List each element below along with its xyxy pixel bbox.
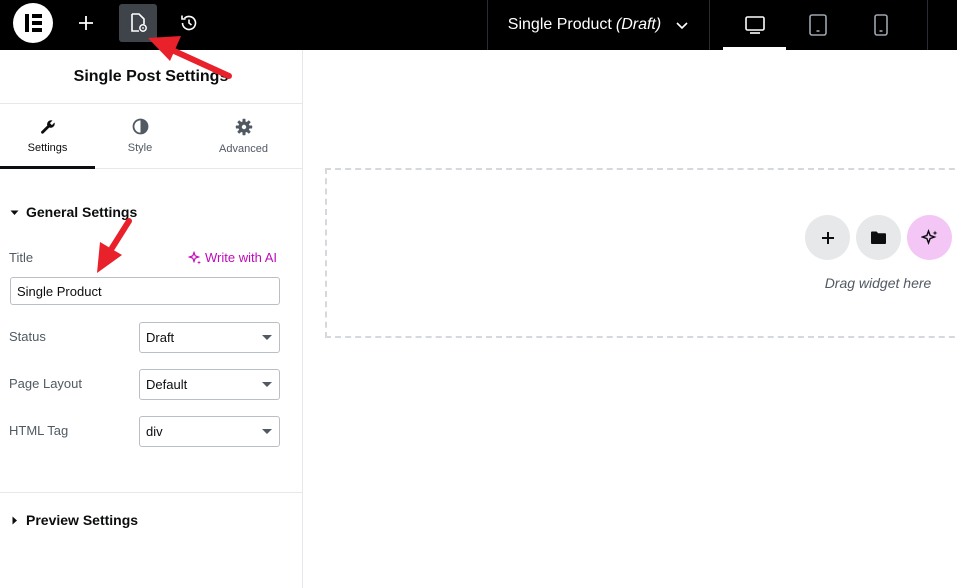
general-settings-title: General Settings xyxy=(26,204,138,220)
half-circle-icon xyxy=(132,118,148,135)
panel-title: Single Post Settings xyxy=(0,50,302,104)
title-label: Title xyxy=(9,250,34,265)
caret-down-icon xyxy=(262,429,272,434)
settings-panel: Single Post Settings Settings Style Adva… xyxy=(0,50,303,588)
title-input[interactable] xyxy=(10,277,280,305)
history-button[interactable] xyxy=(170,4,208,42)
tab-settings-label: Settings xyxy=(27,141,68,154)
section-divider xyxy=(0,492,302,493)
document-title: Single Product xyxy=(507,16,612,33)
write-with-ai-label: Write with AI xyxy=(205,250,278,265)
tab-advanced-label: Advanced xyxy=(219,142,268,155)
tab-advanced[interactable]: Advanced xyxy=(185,104,302,168)
caret-down-icon xyxy=(262,335,272,340)
drag-widget-hint: Drag widget here xyxy=(824,275,932,291)
preview-settings-title: Preview Settings xyxy=(26,512,139,528)
elementor-logo[interactable] xyxy=(13,3,53,43)
html-tag-label: HTML Tag xyxy=(9,423,69,438)
html-tag-select[interactable]: div xyxy=(139,416,280,447)
device-tablet-button[interactable] xyxy=(786,0,849,50)
add-template-button[interactable] xyxy=(856,215,901,260)
top-bar: Single Product (Draft) xyxy=(0,0,957,50)
document-status: (Draft) xyxy=(615,16,662,33)
caret-right-icon xyxy=(12,516,17,524)
mobile-icon xyxy=(873,14,888,36)
add-section-button[interactable] xyxy=(805,215,850,260)
page-layout-label: Page Layout xyxy=(9,376,83,391)
page-layout-value: Default xyxy=(146,377,188,392)
tab-style[interactable]: Style xyxy=(95,104,185,168)
status-value: Draft xyxy=(146,330,175,345)
wrench-icon xyxy=(40,119,55,134)
folder-icon xyxy=(871,231,886,244)
write-with-ai-button[interactable]: Write with AI xyxy=(188,250,277,265)
chevron-down-icon xyxy=(676,22,688,30)
caret-down-icon xyxy=(262,382,272,387)
plus-icon xyxy=(821,231,834,244)
tab-style-label: Style xyxy=(127,142,153,154)
general-settings-toggle[interactable]: General Settings xyxy=(10,204,137,220)
device-desktop-button[interactable] xyxy=(723,0,786,50)
ai-sparkle-icon xyxy=(188,250,201,264)
ai-generate-button[interactable] xyxy=(907,215,952,260)
ai-sparkle-icon xyxy=(920,228,937,245)
device-mobile-button[interactable] xyxy=(849,0,912,50)
page-settings-button[interactable] xyxy=(119,4,157,42)
status-label: Status xyxy=(9,329,46,344)
plus-icon xyxy=(79,16,93,30)
desktop-icon xyxy=(744,16,765,34)
add-element-button[interactable] xyxy=(67,4,105,42)
status-select[interactable]: Draft xyxy=(139,322,280,353)
topbar-separator xyxy=(927,0,928,50)
page-layout-select[interactable]: Default xyxy=(139,369,280,400)
gear-icon xyxy=(235,118,252,135)
editor-canvas: Drag widget here xyxy=(303,50,957,588)
tablet-icon xyxy=(808,14,827,36)
topbar-separator xyxy=(709,0,710,50)
page-settings-icon xyxy=(131,13,147,32)
tab-settings[interactable]: Settings xyxy=(0,104,95,169)
caret-down-icon xyxy=(10,210,19,215)
panel-tabs: Settings Style Advanced xyxy=(0,104,302,169)
history-icon xyxy=(181,15,197,31)
document-title-dropdown[interactable]: Single Product (Draft) xyxy=(488,0,709,50)
html-tag-value: div xyxy=(146,424,163,439)
preview-settings-toggle[interactable]: Preview Settings xyxy=(10,512,138,528)
